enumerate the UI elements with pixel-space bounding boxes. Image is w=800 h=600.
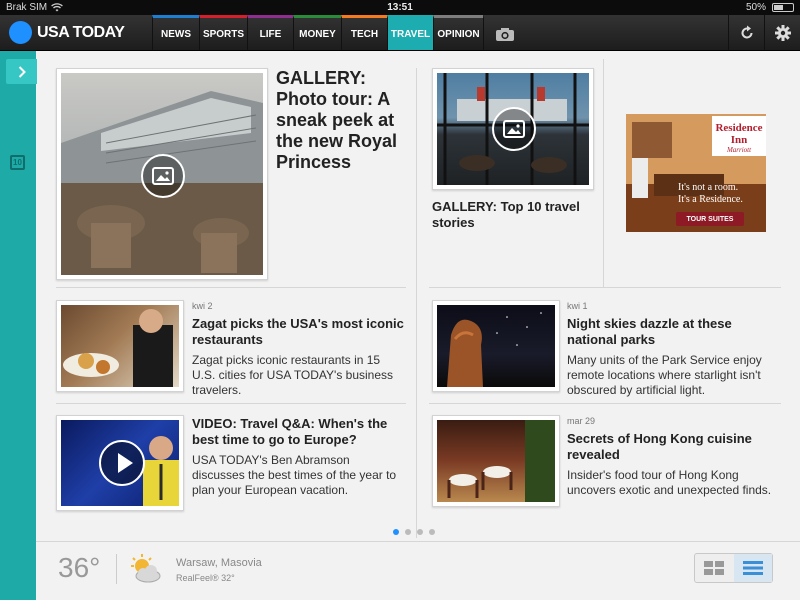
gallery-badge-icon xyxy=(141,154,185,198)
column-divider xyxy=(416,68,417,538)
list-view-icon xyxy=(742,561,763,575)
chevron-right-icon xyxy=(18,65,26,78)
grid-view-button[interactable] xyxy=(695,554,734,582)
image-icon xyxy=(152,167,174,185)
grid-view-icon xyxy=(704,561,725,575)
lead-story-photo[interactable] xyxy=(56,68,268,280)
story4-summary: Insider's food tour of Hong Kong uncover… xyxy=(567,468,772,497)
story1-photo[interactable] xyxy=(56,300,184,392)
tab-photos[interactable] xyxy=(483,15,525,50)
top-nav: USA TODAY NEWS SPORTS LIFE MONEY TECH TR… xyxy=(0,15,800,51)
left-rail: 10 xyxy=(0,51,37,600)
row-divider xyxy=(56,287,406,288)
gallery-badge-icon xyxy=(492,107,536,151)
ad-tagline-line1: It's not a room. xyxy=(678,182,739,193)
tab-opinion[interactable]: OPINION xyxy=(433,15,483,50)
gear-icon xyxy=(774,24,791,41)
page-dot[interactable] xyxy=(393,529,399,535)
section-tabs: NEWS SPORTS LIFE MONEY TECH TRAVEL OPINI… xyxy=(152,15,525,50)
brand-logo[interactable]: USA TODAY xyxy=(0,15,152,50)
tab-news[interactable]: NEWS xyxy=(152,15,199,50)
night-sky-image xyxy=(447,312,542,387)
story3-summary: USA TODAY's Ben Abramson discusses the b… xyxy=(192,453,397,497)
footer-separator xyxy=(116,554,117,584)
main-content: GALLERY: Photo tour: A sneak peek at the… xyxy=(36,51,800,600)
story3-photo[interactable] xyxy=(56,415,184,511)
ad-brand: Residence Inn xyxy=(715,122,763,146)
tab-money[interactable]: MONEY xyxy=(293,15,341,50)
weather-location[interactable]: Warsaw, Masovia xyxy=(176,557,262,569)
story1-headline[interactable]: Zagat picks the USA's most iconic restau… xyxy=(192,316,404,348)
refresh-button[interactable] xyxy=(728,15,764,50)
list-view-button[interactable] xyxy=(733,554,772,582)
expand-rail-button[interactable] xyxy=(6,59,37,84)
ad-cta-button[interactable]: TOUR SUITES xyxy=(676,212,744,226)
usatoday-dot-icon xyxy=(9,21,32,44)
second-story-photo[interactable] xyxy=(432,68,594,190)
row-divider xyxy=(429,287,781,288)
ad-divider xyxy=(603,59,604,287)
settings-button[interactable] xyxy=(764,15,800,50)
advertisement[interactable]: Residence Inn Marriott It's not a room. … xyxy=(626,114,766,232)
layout-toggle xyxy=(694,553,773,583)
tab-sports[interactable]: SPORTS xyxy=(199,15,247,50)
image-icon xyxy=(503,120,525,138)
ad-logo-panel: Residence Inn Marriott xyxy=(712,116,766,156)
page-dot[interactable] xyxy=(405,529,411,535)
ad-sub: Marriott xyxy=(726,146,752,154)
camera-icon xyxy=(495,27,514,41)
battery-percent: 50% xyxy=(745,2,766,13)
calendar-icon[interactable]: 10 xyxy=(10,155,25,170)
story3-headline[interactable]: VIDEO: Travel Q&A: When's the best time … xyxy=(192,416,404,448)
tab-life[interactable]: LIFE xyxy=(247,15,293,50)
story2-date: kwi 1 xyxy=(567,301,588,311)
ad-tagline: It's not a room. It's a Residence. xyxy=(678,182,764,206)
restaurant-diners-image xyxy=(63,309,173,387)
story4-date: mar 29 xyxy=(567,416,596,426)
story4-headline[interactable]: Secrets of Hong Kong cuisine revealed xyxy=(567,431,782,463)
page-indicator[interactable] xyxy=(393,529,435,535)
second-story-headline[interactable]: GALLERY: Top 10 travel stories xyxy=(432,199,597,231)
story2-summary: Many units of the Park Service enjoy rem… xyxy=(567,353,762,397)
row-divider xyxy=(56,403,406,404)
partly-cloudy-icon xyxy=(131,554,161,583)
clock: 13:51 xyxy=(387,2,413,13)
weather-realfeel: RealFeel® 32° xyxy=(176,573,235,583)
story1-summary: Zagat picks iconic restaurants in 15 U.S… xyxy=(192,353,394,397)
restaurant-interior-image xyxy=(447,420,555,502)
ad-tagline-line2: It's a Residence. xyxy=(678,194,743,205)
tab-travel[interactable]: TRAVEL xyxy=(387,15,433,50)
story2-photo[interactable] xyxy=(432,300,560,392)
battery-icon xyxy=(772,3,794,12)
lead-story-headline[interactable]: GALLERY: Photo tour: A sneak peek at the… xyxy=(276,68,406,173)
row-divider xyxy=(429,403,781,404)
temperature[interactable]: 36° xyxy=(58,552,100,584)
story4-photo[interactable] xyxy=(432,415,560,507)
weather-footer: 36° Warsaw, Masovia RealFeel® 32° xyxy=(36,541,800,600)
page-dot[interactable] xyxy=(417,529,423,535)
page-dot[interactable] xyxy=(429,529,435,535)
refresh-icon xyxy=(741,25,752,38)
tab-tech[interactable]: TECH xyxy=(341,15,387,50)
brand-wordmark: USA TODAY xyxy=(37,23,125,41)
play-icon xyxy=(99,440,145,486)
story2-headline[interactable]: Night skies dazzle at these national par… xyxy=(567,316,782,348)
story1-date: kwi 2 xyxy=(192,301,213,311)
status-bar: Brak SIM 13:51 50% xyxy=(0,0,800,15)
